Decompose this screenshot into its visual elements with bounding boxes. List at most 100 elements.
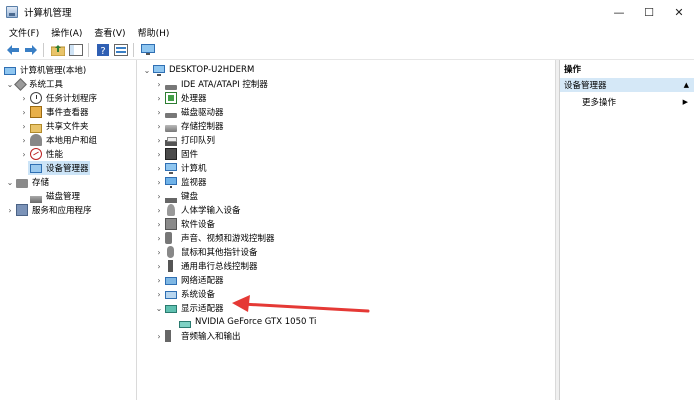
computer-management-icon [4,67,16,75]
expand-chevron-icon[interactable]: › [155,93,163,103]
device-category-monitors[interactable]: › 监视器 [155,175,207,189]
device-category-mice[interactable]: › 鼠标和其他指针设备 [155,245,258,259]
device-category-print-queues[interactable]: › 打印队列 [155,133,215,147]
mouse-icon [167,246,174,258]
device-category-software-devices[interactable]: › 软件设备 [155,217,215,231]
ide-controller-icon [165,84,177,90]
expand-chevron-icon[interactable]: › [155,261,163,271]
tools-icon [14,77,27,91]
device-category-ide[interactable]: › IDE ATA/ATAPI 控制器 [155,77,267,91]
expand-chevron-icon[interactable]: › [155,205,163,215]
expand-chevron-icon[interactable]: › [155,331,163,341]
device-category-usb[interactable]: › 通用串行总线控制器 [155,259,258,273]
collapse-triangle-icon[interactable]: ▲ [684,81,689,89]
expand-chevron-icon[interactable]: › [155,121,163,131]
expand-chevron-icon[interactable]: › [6,205,14,215]
monitor-icon[interactable] [140,42,156,58]
expand-chevron-icon[interactable]: › [155,177,163,187]
more-actions-item[interactable]: 更多操作 ▶ [582,95,694,109]
tree-item-task-scheduler[interactable]: › 任务计划程序 [20,91,97,105]
expand-chevron-icon[interactable]: › [155,79,163,89]
device-gpu[interactable]: NVIDIA GeForce GTX 1050 Ti [177,315,316,329]
device-category-network[interactable]: › 网络适配器 [155,273,223,287]
tree-item-root[interactable]: 计算机管理(本地) [2,63,86,77]
gpu-icon [179,320,191,328]
device-category-processor[interactable]: › 处理器 [155,91,207,105]
tree-item-system-tools[interactable]: ⌄ 系统工具 [6,77,63,91]
menu-help[interactable]: 帮助(H) [138,26,170,39]
computer-icon [165,163,177,174]
device-category-audio-io[interactable]: › 音频输入和输出 [155,329,241,343]
tree-item-services-apps[interactable]: › 服务和应用程序 [6,203,92,217]
expand-chevron-icon[interactable]: › [155,233,163,243]
device-tree-root[interactable]: ⌄ DESKTOP-U2HDERM [143,63,254,77]
disk-drive-icon [165,112,177,118]
title-bar: 计算机管理 — ☐ ✕ [0,0,694,24]
expand-chevron-icon[interactable]: › [155,191,163,201]
collapse-chevron-icon[interactable]: ⌄ [143,65,151,75]
device-category-computer[interactable]: › 计算机 [155,161,207,175]
device-tree: ⌄ DESKTOP-U2HDERM › IDE ATA/ATAPI 控制器 › … [138,60,556,400]
forward-arrow-icon[interactable] [23,42,39,58]
device-category-storage-controllers[interactable]: › 存储控制器 [155,119,223,133]
actions-section-device-manager[interactable]: 设备管理器 ▲ [560,78,694,92]
device-category-display-adapters[interactable]: ⌄ 显示适配器 [155,301,224,315]
device-category-hid[interactable]: › 人体学输入设备 [155,203,241,217]
tree-item-shared-folders[interactable]: › 共享文件夹 [20,119,89,133]
properties-icon[interactable] [113,42,129,58]
system-device-icon [165,291,177,299]
expand-chevron-icon[interactable]: › [155,163,163,173]
hid-icon [167,204,175,216]
expand-chevron-icon[interactable]: › [155,275,163,285]
tree-item-local-users[interactable]: › 本地用户和组 [20,133,97,147]
expand-chevron-icon[interactable]: › [155,289,163,299]
expand-chevron-icon[interactable]: › [20,135,28,145]
expand-chevron-icon[interactable]: › [155,135,163,145]
help-icon[interactable]: ? [95,42,111,58]
device-category-sound-video[interactable]: › 声音、视频和游戏控制器 [155,231,275,245]
expand-chevron-icon[interactable]: › [20,149,28,159]
close-button[interactable]: ✕ [664,0,694,24]
device-category-disk-drives[interactable]: › 磁盘驱动器 [155,105,223,119]
expand-chevron-icon[interactable]: › [20,107,28,117]
device-manager-icon [30,163,42,173]
back-arrow-icon[interactable] [5,42,21,58]
expand-chevron-icon[interactable]: › [155,247,163,257]
tree-item-storage[interactable]: ⌄ 存储 [6,175,49,189]
window-title: 计算机管理 [24,8,72,19]
computer-icon [153,65,165,76]
expand-chevron-icon[interactable]: › [155,219,163,229]
menu-action[interactable]: 操作(A) [51,26,82,39]
expand-chevron-icon[interactable]: › [20,121,28,131]
show-hide-tree-icon[interactable] [68,42,84,58]
menu-view[interactable]: 查看(V) [94,26,125,39]
maximize-button[interactable]: ☐ [634,0,664,24]
shared-folder-icon [30,123,42,133]
tree-item-disk-management[interactable]: 磁盘管理 [28,189,80,203]
svg-text:?: ? [100,46,105,56]
device-category-system-devices[interactable]: › 系统设备 [155,287,215,301]
usb-icon [168,260,173,272]
menu-file[interactable]: 文件(F) [9,26,39,39]
device-category-firmware[interactable]: › 固件 [155,147,198,161]
performance-icon [30,148,42,160]
device-category-keyboards[interactable]: › 键盘 [155,189,198,203]
display-adapter-icon [165,305,177,313]
expand-chevron-icon[interactable]: › [155,107,163,117]
tree-item-event-viewer[interactable]: › 事件查看器 [20,105,89,119]
audio-io-icon [165,330,171,342]
storage-controller-icon [165,124,177,132]
keyboard-icon [165,197,177,203]
software-device-icon [165,218,177,230]
minimize-button[interactable]: — [604,0,634,24]
tree-item-performance[interactable]: › 性能 [20,147,63,161]
expand-chevron-icon[interactable]: › [20,93,28,103]
network-adapter-icon [165,277,177,285]
tree-item-device-manager[interactable]: 设备管理器 [28,161,90,175]
collapse-chevron-icon[interactable]: ⌄ [155,303,163,313]
monitor-icon [165,177,177,188]
up-folder-icon[interactable] [50,42,66,58]
expand-chevron-icon[interactable]: › [155,149,163,159]
clock-icon [30,92,42,104]
collapse-chevron-icon[interactable]: ⌄ [6,177,14,187]
